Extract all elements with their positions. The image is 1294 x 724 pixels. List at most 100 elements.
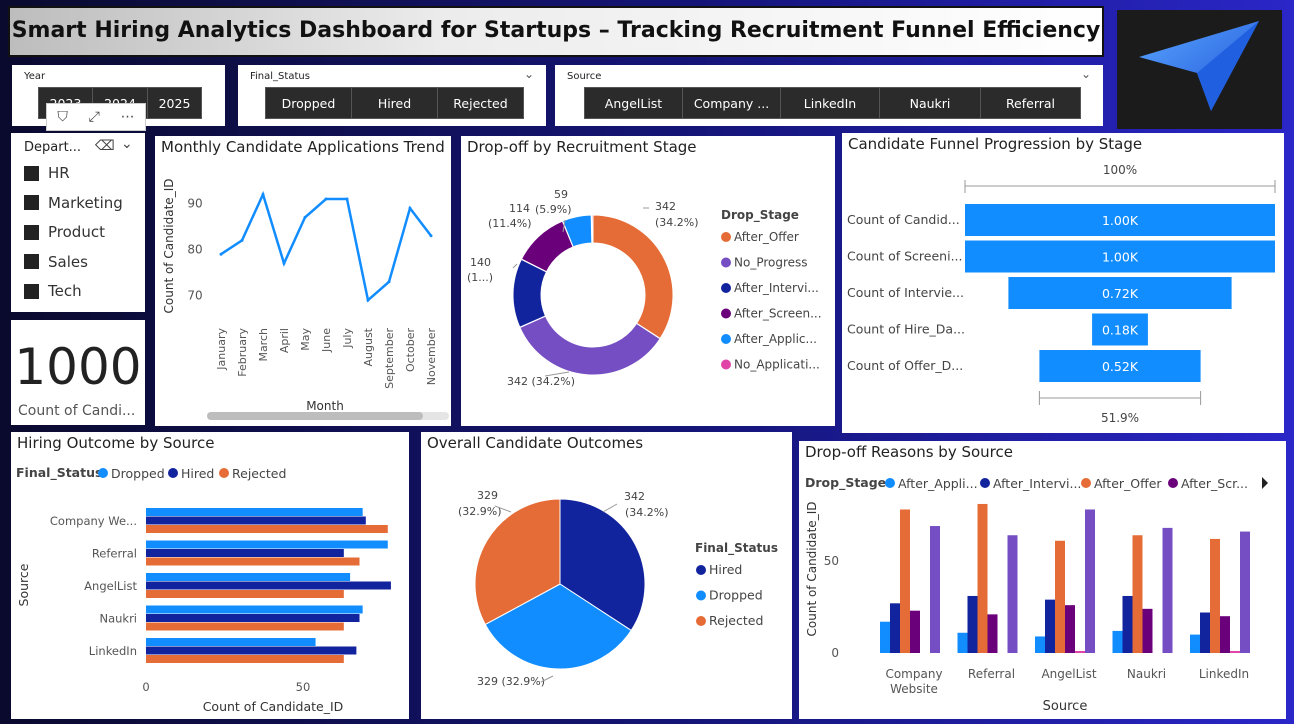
status-hired-label: Hired bbox=[377, 95, 412, 111]
source-referral-button[interactable]: Referral bbox=[980, 87, 1081, 119]
funnel-value-label: 1.00K bbox=[1102, 250, 1139, 265]
department-slicer: Depart... ⌫ ⌄ HR Marketing Product Sales Tec… bbox=[11, 133, 145, 312]
source-slicer: Source ⌄ AngelList Company ... LinkedIn … bbox=[555, 65, 1103, 126]
source-referral-label: Referral bbox=[1005, 95, 1056, 111]
page-title: Smart Hiring Analytics Dashboard for Sta… bbox=[11, 18, 1101, 43]
chevron-down-icon[interactable]: ⌄ bbox=[524, 67, 534, 81]
column bbox=[1007, 535, 1018, 653]
trend-point bbox=[408, 206, 412, 210]
paper-plane-logo-icon bbox=[1139, 21, 1259, 111]
department-option-product[interactable]: Product bbox=[24, 223, 105, 241]
x-tick-label: AngelList bbox=[1041, 667, 1096, 681]
x-tick-label: February bbox=[236, 328, 249, 377]
funnel-top-bracket bbox=[964, 180, 1276, 193]
column bbox=[977, 503, 988, 653]
funnel-bottom-bracket bbox=[1038, 391, 1202, 405]
trend-line bbox=[220, 190, 432, 303]
legend-marker bbox=[219, 468, 229, 478]
legend-label: Hired bbox=[181, 466, 214, 481]
column bbox=[1045, 599, 1055, 653]
department-option-sales[interactable]: Sales bbox=[24, 253, 88, 271]
x-tick-label: Company bbox=[885, 667, 942, 681]
column bbox=[1162, 527, 1173, 653]
chevron-down-icon[interactable]: ⌄ bbox=[1081, 67, 1091, 81]
slice-value-label: 140 bbox=[470, 256, 491, 269]
department-slicer-title: Depart... bbox=[24, 140, 82, 155]
bar bbox=[146, 508, 363, 516]
slice-pct-label: (34.2%) bbox=[655, 216, 699, 229]
slice-value-label: 114 bbox=[509, 202, 530, 215]
source-naukri-button[interactable]: Naukri bbox=[879, 87, 981, 119]
checkbox-icon[interactable] bbox=[24, 283, 39, 299]
x-axis-label: Count of Candidate_ID bbox=[203, 699, 344, 714]
checkbox-icon[interactable] bbox=[24, 165, 39, 181]
source-angellist-button[interactable]: AngelList bbox=[584, 87, 683, 119]
legend-label: After_Intervi... bbox=[734, 281, 819, 295]
year-2025-button[interactable]: 2025 bbox=[147, 87, 202, 119]
y-tick-label: AngelList bbox=[84, 579, 137, 593]
slice-pct-label: (5.9%) bbox=[535, 203, 572, 216]
column bbox=[910, 610, 920, 653]
legend-label: Hired bbox=[709, 562, 742, 577]
bar bbox=[146, 622, 344, 631]
legend-label: Rejected bbox=[709, 613, 763, 628]
slice-value-label: 342 (34.2%) bbox=[507, 375, 575, 388]
source-naukri-label: Naukri bbox=[909, 95, 951, 111]
column bbox=[1112, 630, 1123, 653]
department-option-label: Marketing bbox=[48, 193, 123, 212]
legend-marker bbox=[721, 334, 731, 344]
status-rejected-button[interactable]: Rejected bbox=[437, 87, 524, 119]
slice-pct-label: (11.4%) bbox=[488, 217, 532, 230]
legend-label: After_Offer bbox=[1094, 476, 1162, 491]
y-tick-label: 90 bbox=[187, 197, 202, 211]
horizontal-scrollbar[interactable] bbox=[207, 412, 449, 420]
x-tick-label: September bbox=[383, 328, 396, 389]
filter-icon[interactable]: ⛉ bbox=[57, 109, 68, 125]
source-company-button[interactable]: Company ... bbox=[682, 87, 781, 119]
status-dropped-label: Dropped bbox=[281, 95, 336, 111]
status-dropped-button[interactable]: Dropped bbox=[265, 87, 352, 119]
column bbox=[1065, 605, 1075, 653]
legend-marker bbox=[168, 468, 178, 478]
more-options-icon[interactable]: ⋯ bbox=[121, 109, 135, 125]
legend-marker bbox=[721, 257, 731, 268]
column bbox=[1210, 538, 1220, 653]
department-option-marketing[interactable]: Marketing bbox=[24, 194, 123, 212]
x-tick-label: Referral bbox=[968, 667, 1015, 681]
department-option-label: Product bbox=[48, 223, 105, 241]
source-linkedin-button[interactable]: LinkedIn bbox=[780, 87, 880, 119]
department-option-label: Sales bbox=[48, 252, 88, 271]
kpi-label: Count of Candi... bbox=[18, 403, 136, 419]
x-tick-label: July bbox=[341, 328, 354, 349]
legend-label: Dropped bbox=[709, 588, 763, 603]
eraser-icon[interactable]: ⌫ bbox=[95, 138, 115, 154]
checkbox-icon[interactable] bbox=[24, 195, 39, 210]
bar bbox=[146, 581, 391, 590]
department-option-tech[interactable]: Tech bbox=[24, 282, 82, 300]
x-tick-label: LinkedIn bbox=[1199, 667, 1249, 681]
legend-marker bbox=[885, 478, 895, 488]
dropoff-reasons-chart: Drop-off Reasons by Source Drop_Stage Aft… bbox=[799, 441, 1286, 719]
legend-label: After_Applic... bbox=[734, 332, 817, 346]
column bbox=[967, 595, 978, 653]
legend-label: After_Intervi... bbox=[993, 476, 1081, 491]
bar bbox=[146, 549, 344, 557]
funnel-bottom-percent: 51.9% bbox=[1101, 411, 1139, 425]
leader-line bbox=[602, 503, 618, 513]
chevron-down-icon[interactable]: ⌄ bbox=[121, 136, 133, 152]
checkbox-icon[interactable] bbox=[24, 224, 39, 240]
final-status-slicer-title: Final_Status bbox=[250, 71, 310, 82]
bar bbox=[146, 638, 316, 646]
bar bbox=[146, 614, 360, 622]
status-hired-button[interactable]: Hired bbox=[351, 87, 438, 119]
checkbox-icon[interactable] bbox=[24, 254, 39, 269]
y-axis-label: Source bbox=[16, 563, 31, 606]
legend-label: Rejected bbox=[232, 466, 286, 481]
column bbox=[1220, 616, 1230, 653]
focus-mode-icon[interactable]: ⤢ bbox=[89, 109, 100, 125]
department-option-hr[interactable]: HR bbox=[24, 164, 70, 182]
legend-marker bbox=[721, 232, 731, 242]
bar bbox=[146, 516, 366, 525]
year-2025-label: 2025 bbox=[158, 95, 191, 111]
x-axis-label: Source bbox=[1043, 699, 1088, 714]
